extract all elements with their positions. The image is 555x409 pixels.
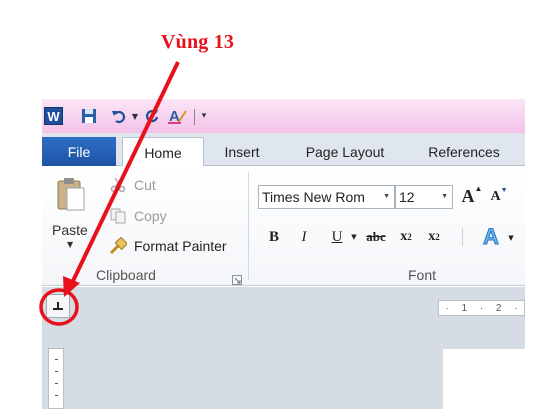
text-effects-dropdown-icon[interactable]: ▼	[506, 230, 516, 246]
cut-label: Cut	[134, 177, 156, 193]
text-effects-button[interactable]: A	[478, 224, 504, 250]
font-name-value: Times New Rom	[262, 189, 365, 205]
font-size-select[interactable]: 12 ▼	[395, 185, 453, 209]
ruler-tick	[55, 359, 58, 360]
ruler-tick	[55, 383, 58, 384]
font-group-label: Font	[408, 267, 437, 283]
tab-stop-selector[interactable]	[46, 294, 70, 318]
grow-font-label: A	[461, 185, 475, 206]
clipboard-group-label: Clipboard	[96, 267, 156, 283]
qat-separator	[194, 109, 195, 125]
tab-home[interactable]: Home	[122, 137, 204, 167]
superscript-mark: 2	[435, 232, 440, 242]
quick-access-toolbar: W ▼ A ▾	[42, 99, 525, 133]
bold-button[interactable]: B	[264, 226, 284, 248]
ruler-dots: ·	[445, 302, 449, 314]
scissors-icon	[108, 176, 128, 194]
ruler-dots: ·	[479, 302, 484, 314]
ruler-mark-1: 1	[461, 302, 468, 314]
customize-icon[interactable]: ▾	[198, 107, 210, 125]
paste-button[interactable]: Paste	[52, 222, 88, 238]
word-app-icon[interactable]: W	[44, 107, 63, 125]
copy-label: Copy	[134, 208, 167, 224]
paintbrush-icon	[108, 237, 128, 255]
superscript-label: x	[428, 229, 436, 244]
subscript-button[interactable]: x2	[394, 226, 418, 248]
underline-dropdown-icon[interactable]: ▼	[349, 229, 359, 245]
annotation-label: Vùng 13	[161, 31, 235, 53]
group-separator	[248, 172, 249, 280]
copy-icon	[108, 207, 128, 225]
copy-button[interactable]: Copy	[108, 207, 167, 225]
tab-page-layout[interactable]: Page Layout	[292, 137, 398, 166]
shrink-font-button[interactable]: A ▼	[488, 186, 510, 208]
redo-icon[interactable]	[143, 107, 161, 125]
word-window: W ▼ A ▾ File Home Insert Page Layout Ref…	[42, 99, 525, 409]
paste-dropdown-icon[interactable]: ▼	[67, 240, 73, 249]
font-separator	[462, 228, 463, 246]
document-page[interactable]	[443, 349, 525, 409]
grow-arrow-icon: ▲	[474, 184, 483, 193]
subscript-label: x	[400, 229, 408, 244]
italic-button[interactable]: I	[295, 226, 313, 248]
paste-icon[interactable]	[56, 176, 86, 212]
font-size-value: 12	[399, 189, 415, 205]
subscript-mark: 2	[407, 232, 412, 242]
document-workspace: · 1 · 2 ·	[42, 287, 525, 409]
font-size-dropdown-icon[interactable]: ▼	[441, 193, 448, 200]
ribbon-tabs: File Home Insert Page Layout References	[42, 133, 525, 167]
ruler-dots: ·	[514, 302, 518, 314]
underline-button[interactable]: U	[328, 226, 346, 248]
ruler-tick	[55, 371, 58, 372]
font-name-dropdown-icon[interactable]: ▼	[383, 193, 390, 200]
horizontal-ruler[interactable]: · 1 · 2 ·	[438, 300, 525, 316]
ruler-mark-2: 2	[495, 302, 502, 314]
superscript-button[interactable]: x2	[422, 226, 446, 248]
format-painter-button[interactable]: Format Painter	[108, 237, 227, 255]
format-icon[interactable]: A	[168, 107, 188, 125]
tab-insert[interactable]: Insert	[210, 137, 274, 166]
font-name-select[interactable]: Times New Rom ▼	[258, 185, 395, 209]
tab-references[interactable]: References	[414, 137, 514, 166]
save-icon[interactable]	[80, 107, 98, 125]
ribbon: Paste ▼ Cut Copy Format Painter Clipboar…	[42, 166, 525, 286]
vertical-ruler[interactable]	[48, 348, 64, 409]
shrink-arrow-icon: ▼	[500, 186, 508, 194]
grow-font-button[interactable]: A ▲	[460, 184, 484, 208]
cut-button[interactable]: Cut	[108, 176, 156, 194]
undo-dropdown-icon[interactable]: ▼	[130, 107, 140, 125]
ruler-tick	[55, 395, 58, 396]
undo-icon[interactable]	[110, 107, 128, 125]
dialog-launcher-icon[interactable]	[232, 270, 242, 285]
shrink-font-label: A	[490, 189, 501, 204]
format-painter-label: Format Painter	[134, 238, 227, 254]
strikethrough-button[interactable]: abc	[362, 226, 390, 248]
tab-file[interactable]: File	[42, 137, 116, 166]
tab-stop-icon	[53, 302, 63, 310]
